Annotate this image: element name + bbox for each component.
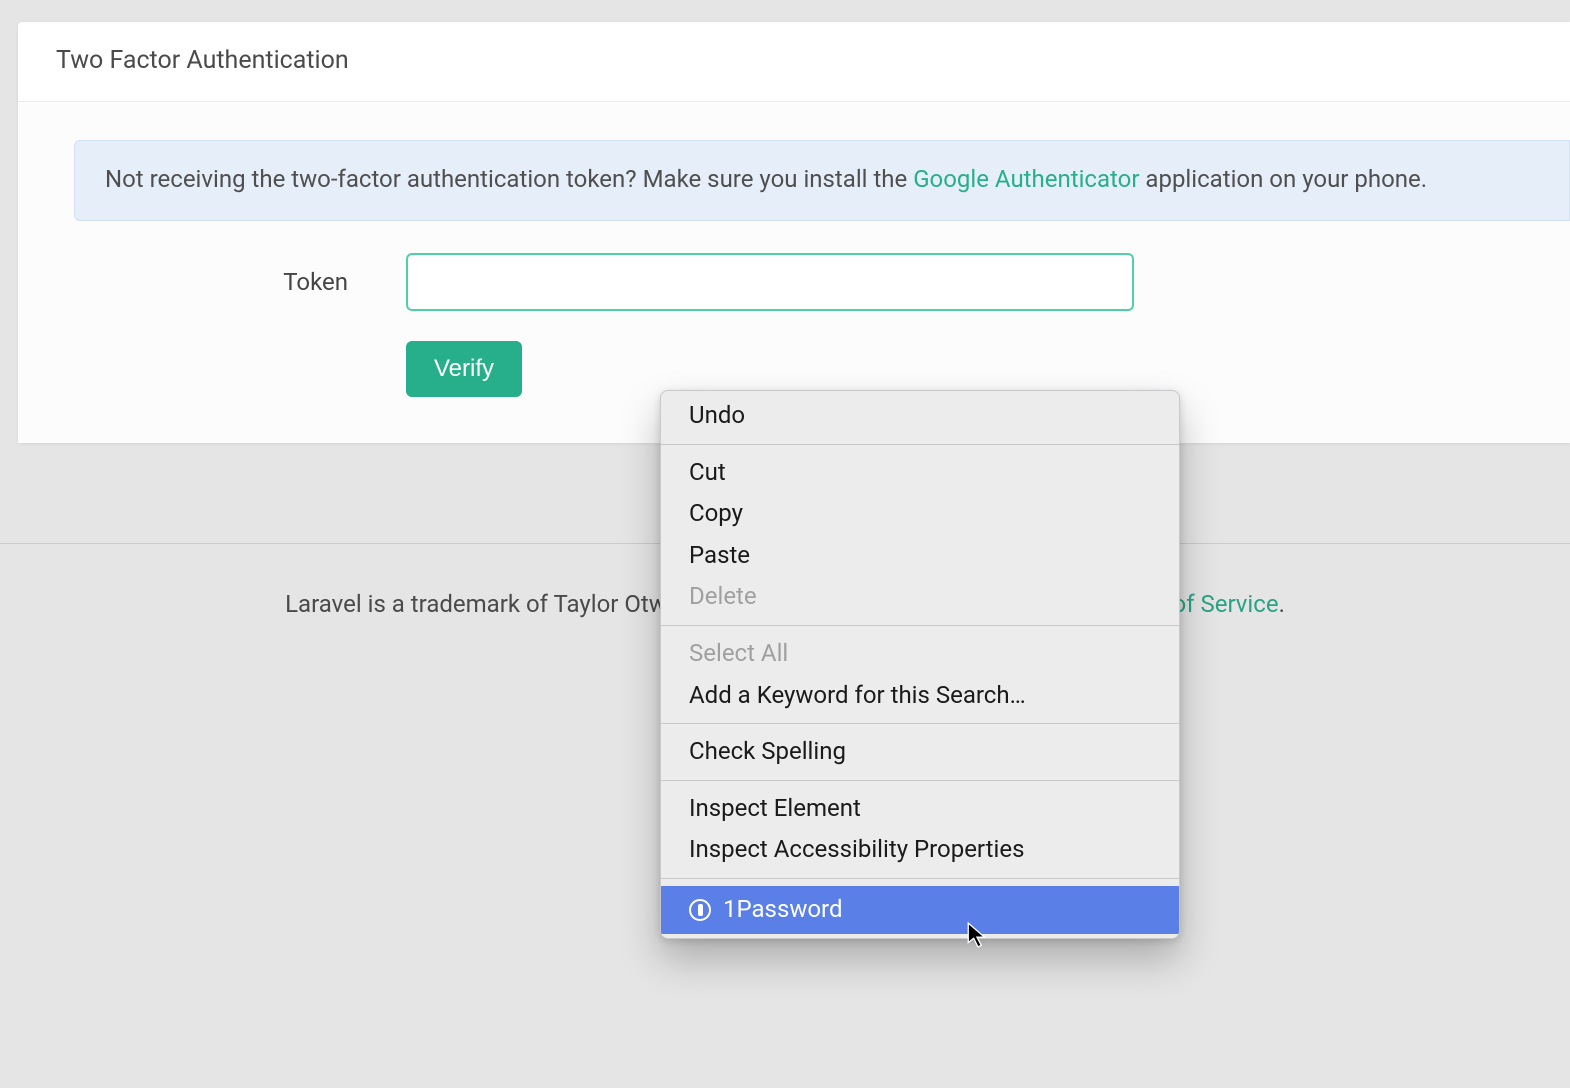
menu-item-undo[interactable]: Undo (661, 395, 1179, 437)
menu-separator (661, 723, 1179, 724)
footer-text-prefix: Laravel is a trademark of Taylor Otwell (285, 590, 691, 618)
menu-item-label: Cut (689, 458, 726, 486)
menu-item-label: Select All (689, 639, 788, 667)
menu-separator (661, 625, 1179, 626)
menu-item-delete: Delete (661, 576, 1179, 618)
menu-item-select-all: Select All (661, 633, 1179, 675)
menu-group: Check Spelling (661, 727, 1179, 777)
menu-item-copy[interactable]: Copy (661, 493, 1179, 535)
two-factor-card: Two Factor Authentication Not receiving … (18, 22, 1570, 443)
alert-text-suffix: application on your phone. (1139, 165, 1427, 193)
menu-item-label: Delete (689, 582, 757, 610)
footer-period: . (1279, 590, 1285, 618)
menu-item-paste[interactable]: Paste (661, 535, 1179, 577)
menu-separator (661, 780, 1179, 781)
menu-group: Cut Copy Paste Delete (661, 448, 1179, 622)
menu-item-inspect-element[interactable]: Inspect Element (661, 788, 1179, 830)
google-authenticator-link[interactable]: Google Authenticator (913, 165, 1139, 193)
menu-item-label: Add a Keyword for this Search… (689, 681, 1026, 709)
menu-item-label: Check Spelling (689, 737, 846, 765)
verify-button[interactable]: Verify (406, 341, 522, 397)
card-header: Two Factor Authentication (18, 22, 1570, 102)
menu-item-label: Paste (689, 541, 750, 569)
menu-item-add-a-keyword-for-this-search[interactable]: Add a Keyword for this Search… (661, 675, 1179, 717)
menu-item-inspect-accessibility-properties[interactable]: Inspect Accessibility Properties (661, 829, 1179, 871)
menu-item-label: Copy (689, 499, 743, 527)
menu-group: Inspect Element Inspect Accessibility Pro… (661, 784, 1179, 875)
menu-separator (661, 878, 1179, 879)
alert-text-prefix: Not receiving the two-factor authenticat… (105, 165, 913, 193)
info-alert: Not receiving the two-factor authenticat… (74, 140, 1570, 221)
menu-group: Select All Add a Keyword for this Search… (661, 629, 1179, 720)
menu-item-1password[interactable]: 1Password (661, 886, 1179, 934)
menu-group: Undo (661, 391, 1179, 441)
onepassword-icon (689, 899, 711, 921)
menu-item-check-spelling[interactable]: Check Spelling (661, 731, 1179, 773)
menu-separator (661, 444, 1179, 445)
token-input[interactable] (406, 253, 1134, 311)
menu-item-label: Undo (689, 401, 745, 429)
token-label: Token (56, 268, 406, 296)
menu-item-label: Inspect Accessibility Properties (689, 835, 1024, 863)
menu-group: 1Password (661, 882, 1179, 938)
menu-item-cut[interactable]: Cut (661, 452, 1179, 494)
menu-item-label: 1Password (723, 893, 843, 927)
context-menu: Undo Cut Copy Paste Delete Select All Add a Ke… (660, 390, 1180, 939)
token-row: Token (56, 253, 1570, 311)
card-title: Two Factor Authentication (56, 46, 1532, 75)
menu-item-label: Inspect Element (689, 794, 861, 822)
